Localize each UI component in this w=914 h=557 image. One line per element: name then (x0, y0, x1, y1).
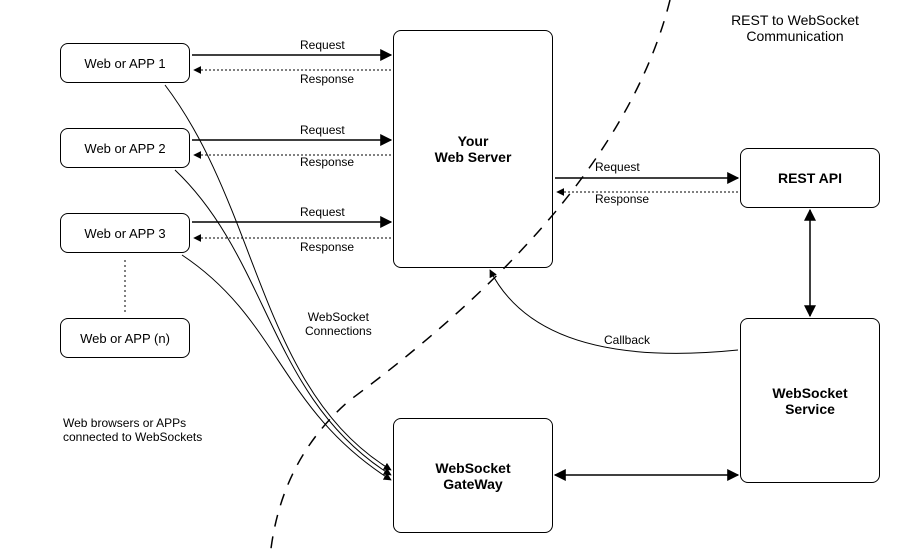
client-n-label: Web or APP (n) (80, 331, 170, 346)
client-3-label: Web or APP 3 (84, 226, 165, 241)
ws-curve-1 (165, 85, 391, 470)
ws-service-box: WebSocket Service (740, 318, 880, 483)
rest-api-label: REST API (778, 170, 842, 186)
client-box-1: Web or APP 1 (60, 43, 190, 83)
req-label-rest: Request (595, 160, 640, 174)
resp-label-2: Response (300, 155, 354, 169)
client-box-n: Web or APP (n) (60, 318, 190, 358)
ws-service-label: WebSocket Service (772, 385, 847, 417)
ws-gateway-label: WebSocket GateWay (435, 460, 510, 492)
req-label-1: Request (300, 38, 345, 52)
ws-gateway-box: WebSocket GateWay (393, 418, 553, 533)
client-box-2: Web or APP 2 (60, 128, 190, 168)
req-label-3: Request (300, 205, 345, 219)
resp-label-3: Response (300, 240, 354, 254)
web-server-label: Your Web Server (435, 133, 512, 165)
resp-label-1: Response (300, 72, 354, 86)
rest-api-box: REST API (740, 148, 880, 208)
client-2-label: Web or APP 2 (84, 141, 165, 156)
diagram-title: REST to WebSocket Communication (700, 12, 890, 44)
ws-connections-label: WebSocket Connections (305, 310, 372, 338)
clients-note-label: Web browsers or APPs connected to WebSoc… (63, 416, 202, 444)
client-box-3: Web or APP 3 (60, 213, 190, 253)
web-server-box: Your Web Server (393, 30, 553, 268)
resp-label-rest: Response (595, 192, 649, 206)
req-label-2: Request (300, 123, 345, 137)
callback-label: Callback (604, 333, 650, 347)
ws-curve-3 (182, 255, 391, 480)
client-1-label: Web or APP 1 (84, 56, 165, 71)
